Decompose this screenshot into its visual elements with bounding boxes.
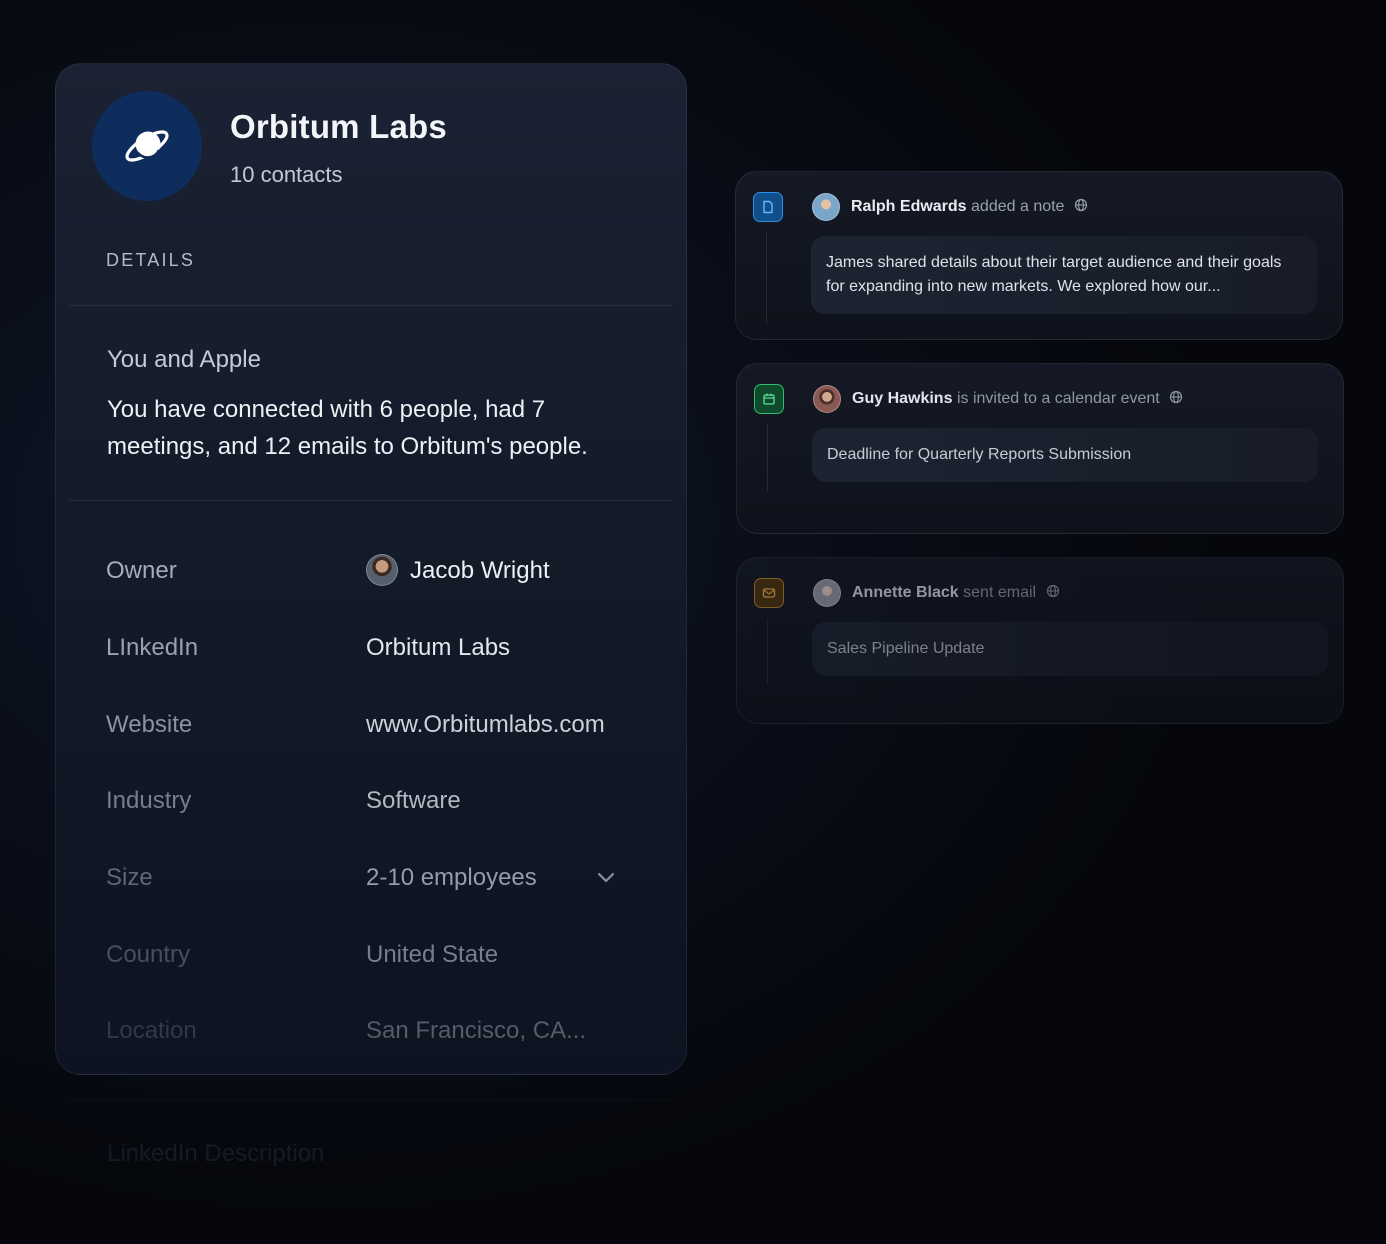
avatar: [813, 579, 841, 607]
planet-icon: [125, 130, 169, 162]
owner-value[interactable]: Jacob Wright: [366, 551, 550, 591]
contacts-count[interactable]: 10 contacts: [230, 162, 343, 188]
detail-row-owner: Owner Jacob Wright: [106, 551, 626, 591]
activity-header: Guy Hawkins is invited to a calendar eve…: [852, 388, 1183, 410]
divider: [69, 1100, 672, 1101]
detail-key: Location: [106, 1017, 197, 1044]
summary-text: You have connected with 6 people, had 7 …: [107, 396, 588, 460]
activity-card-calendar[interactable]: Guy Hawkins is invited to a calendar eve…: [736, 363, 1344, 534]
divider: [69, 305, 672, 306]
activity-action: added a note: [971, 198, 1065, 215]
timeline-line: [766, 232, 767, 324]
details-section-label: DETAILS: [106, 250, 196, 270]
detail-row-industry: Industry Software: [106, 781, 626, 821]
detail-row-linkedin: LInkedIn Orbitum Labs: [106, 628, 626, 668]
detail-key: LInkedIn: [106, 634, 199, 661]
activity-email-body[interactable]: Sales Pipeline Update: [812, 622, 1328, 676]
detail-row-website: Website www.Orbitumlabs.com: [106, 705, 626, 745]
detail-row-size[interactable]: Size 2-10 employees: [106, 858, 626, 898]
detail-key: Industry: [106, 787, 192, 814]
activity-note-body[interactable]: James shared details about their target …: [811, 236, 1317, 314]
country-value[interactable]: United State: [366, 935, 498, 975]
activity-header: Annette Black sent email: [852, 582, 1060, 604]
avatar: [813, 385, 841, 413]
location-value[interactable]: San Francisco, CA...: [366, 1011, 586, 1051]
linkedin-value[interactable]: Orbitum Labs: [366, 628, 510, 668]
activity-user-name[interactable]: Annette Black: [852, 584, 959, 601]
detail-row-country: Country United State: [106, 935, 626, 975]
detail-key: Owner: [106, 557, 177, 584]
timeline-line: [767, 424, 768, 492]
detail-row-location: Location San Francisco, CA...: [106, 1011, 626, 1051]
globe-icon: [1170, 391, 1183, 404]
activity-card-note[interactable]: Ralph Edwards added a note James shared …: [735, 171, 1343, 340]
detail-key: Website: [106, 711, 193, 738]
detail-key: Country: [106, 941, 191, 968]
activity-action: sent email: [963, 584, 1037, 601]
company-logo: [92, 91, 202, 201]
activity-user-name[interactable]: Guy Hawkins: [852, 390, 952, 407]
avatar: [366, 553, 398, 586]
company-name: Orbitum Labs: [230, 108, 447, 145]
owner-name: Jacob Wright: [410, 557, 550, 584]
industry-value[interactable]: Software: [366, 781, 461, 821]
detail-key: Size: [106, 864, 153, 891]
activity-card-email[interactable]: Annette Black sent email Sales Pipeline …: [736, 557, 1344, 724]
activity-action: is invited to a calendar event: [956, 390, 1160, 407]
globe-icon: [1074, 199, 1088, 212]
chevron-down-icon[interactable]: [596, 866, 616, 888]
linkedin-description-label: LinkedIn Description: [107, 1140, 325, 1167]
mail-icon: [754, 578, 784, 608]
activity-user-name[interactable]: Ralph Edwards: [851, 198, 967, 215]
activity-event-body[interactable]: Deadline for Quarterly Reports Submissio…: [812, 428, 1318, 482]
avatar: [812, 193, 840, 221]
calendar-icon: [754, 384, 784, 414]
size-value[interactable]: 2-10 employees: [366, 858, 537, 898]
globe-icon: [1046, 585, 1059, 598]
note-icon: [753, 192, 783, 222]
divider: [69, 500, 672, 501]
timeline-line: [767, 618, 768, 684]
website-value[interactable]: www.Orbitumlabs.com: [366, 705, 605, 745]
summary-title: You and Apple: [107, 346, 261, 373]
activity-header: Ralph Edwards added a note: [851, 196, 1088, 218]
